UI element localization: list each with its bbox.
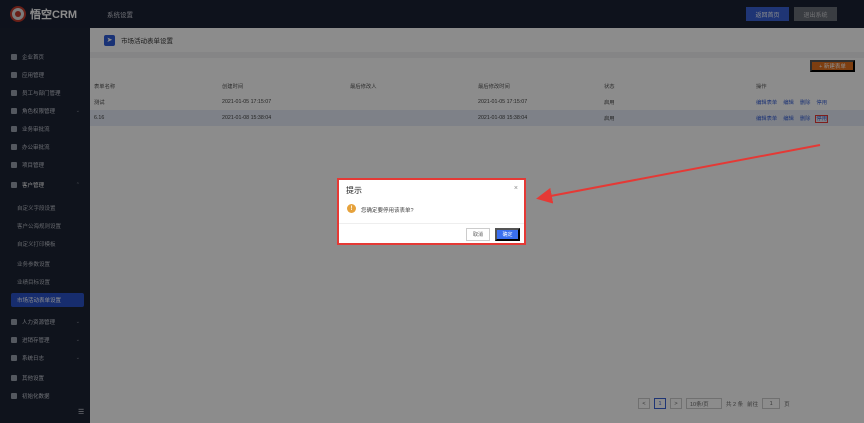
confirm-button[interactable]: 确定 bbox=[495, 228, 520, 241]
dialog-message: 您确定要停用该表单? bbox=[361, 208, 414, 214]
divider bbox=[339, 223, 524, 224]
confirm-dialog: 提示 × ! 您确定要停用该表单? 取消 确定 bbox=[337, 178, 526, 245]
close-icon[interactable]: × bbox=[514, 185, 518, 192]
cancel-button[interactable]: 取消 bbox=[466, 228, 490, 241]
dialog-title: 提示 bbox=[346, 186, 362, 195]
warning-icon: ! bbox=[347, 204, 356, 213]
